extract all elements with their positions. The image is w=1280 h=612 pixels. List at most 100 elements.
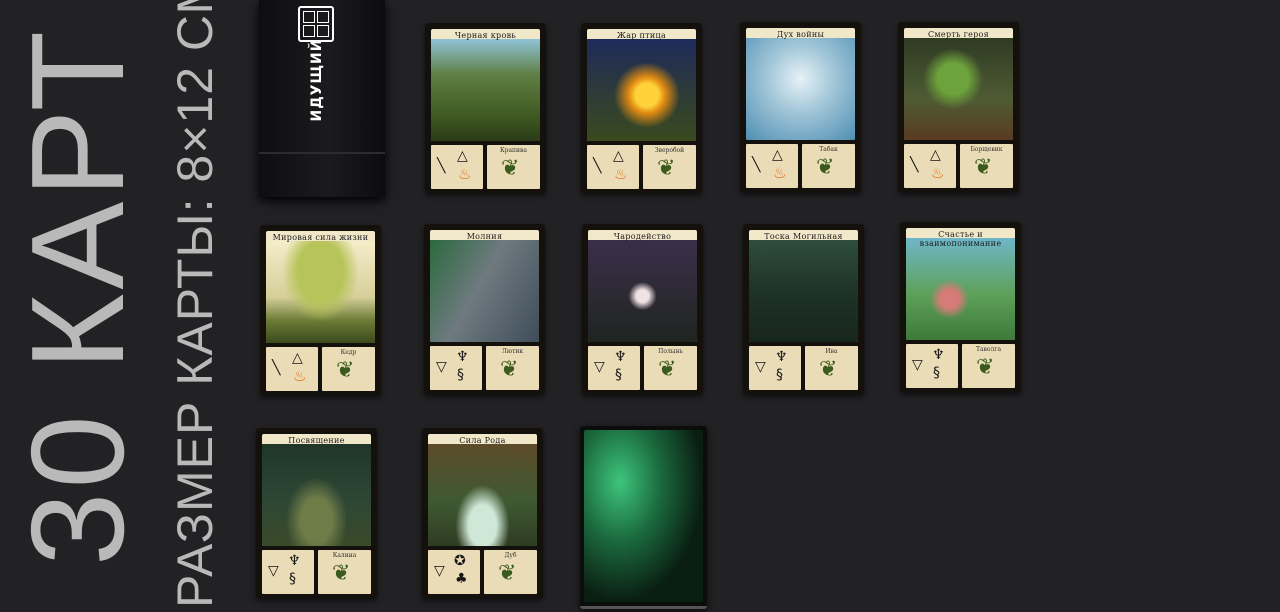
card-plant-label: Дуб [504, 552, 517, 559]
card-symbols-panel: ╲ △ ♨ [746, 144, 798, 188]
card-illustration: Молния [430, 230, 539, 342]
staff-symbol: ╲ [910, 157, 919, 173]
card-title: Смерть героя [927, 30, 990, 39]
cup-icon: ♆ [456, 349, 469, 365]
tree-icon: ♣ [455, 571, 468, 587]
side-count-text: 30 КАРТ [4, 26, 151, 566]
fire-element-icon: △ [457, 148, 468, 164]
card-symbols-panel: ╲ △ ♨ [431, 145, 483, 189]
fire-element-icon: △ [292, 350, 303, 366]
card-symbols-panel: ▽ ♆ § [262, 550, 314, 594]
card-plant-label: Зверобой [654, 147, 685, 154]
card-illustration: Посвящение [262, 434, 371, 546]
card-plant-panel: Таволга ❦ [962, 344, 1015, 388]
card-plant-panel: Дуб ❦ [484, 550, 537, 594]
campfire-icon: ♨ [458, 165, 472, 183]
card-symbols-panel: ╲ △ ♨ [266, 347, 318, 391]
tarot-box-logo-icon [298, 6, 334, 42]
card-illustration: Смерть героя [904, 28, 1013, 140]
card-symbols-panel: ╲ △ ♨ [904, 144, 956, 188]
card-illustration: Сила Рода [428, 434, 537, 546]
card-plant-panel: Калина ❦ [318, 550, 371, 594]
plant-icon: ❦ [498, 561, 517, 586]
plant-icon: ❦ [976, 355, 995, 380]
card-scene [587, 39, 696, 141]
plant-icon: ❦ [332, 561, 351, 586]
card-plant-panel: Зверобой ❦ [643, 145, 696, 189]
card-scene [431, 39, 540, 141]
card-symbols-panel: ▽ ♆ § [749, 346, 801, 390]
tarot-card: Смерть героя ╲ △ ♨ Борщевик ❦ [898, 22, 1019, 192]
tarot-card: Тоска Могильная ▽ ♆ § Ива ❦ [743, 224, 864, 394]
card-title: Дух войны [776, 30, 825, 39]
card-illustration: Дух войны [746, 28, 855, 140]
card-scene [262, 444, 371, 546]
plant-icon: ❦ [816, 155, 835, 180]
card-title: Черная кровь [454, 31, 517, 40]
fire-element-icon: △ [772, 147, 783, 163]
earth-element-icon: ▽ [434, 563, 445, 579]
card-plant-label: Ива [825, 348, 838, 355]
card-scene [906, 238, 1015, 340]
plant-icon: ❦ [819, 357, 838, 382]
card-title: Чародейство [613, 232, 672, 241]
plant-icon: ❦ [657, 156, 676, 181]
card-back [580, 426, 707, 609]
earth-element-icon: ▽ [594, 359, 605, 375]
card-symbols-panel: ▽ ♆ § [430, 346, 482, 390]
staff-symbol: ╲ [437, 158, 446, 174]
water-element-icon: ▽ [755, 359, 766, 375]
card-plant-panel: Лютик ❦ [486, 346, 539, 390]
tarot-card: Мировая сила жизни ╲ △ ♨ Кедр ❦ [260, 225, 381, 395]
tarot-card: Сила Рода ▽ ✪ ♣ Дуб ❦ [422, 428, 543, 598]
campfire-icon: ♨ [773, 164, 787, 182]
card-scene [749, 240, 858, 342]
card-title: Мировая сила жизни [272, 233, 369, 242]
campfire-icon: ♨ [293, 367, 307, 385]
card-plant-panel: Полынь ❦ [644, 346, 697, 390]
card-scene [430, 240, 539, 342]
card-illustration: Жар птица [587, 29, 696, 141]
card-back-pattern [584, 430, 703, 602]
card-plant-label: Лютик [501, 348, 524, 355]
cup-icon: ♆ [288, 553, 301, 569]
card-plant-label: Полынь [658, 348, 683, 355]
card-plant-label: Таволга [975, 346, 1002, 353]
staff-symbol: ╲ [752, 157, 761, 173]
card-title: Тоска Могильная [764, 232, 843, 241]
card-title: Сила Рода [459, 436, 506, 445]
card-plant-label: Крапива [499, 147, 527, 154]
serpent-icon: § [933, 365, 940, 381]
tarot-card: Чародейство ▽ ♆ § Полынь ❦ [582, 224, 703, 394]
card-illustration: Мировая сила жизни [266, 231, 375, 343]
serpent-icon: § [457, 367, 464, 383]
card-title: Посвящение [288, 436, 345, 445]
air-element-icon: △ [930, 147, 941, 163]
plant-icon: ❦ [658, 357, 677, 382]
cup-icon: ♆ [614, 349, 627, 365]
card-illustration: Тоска Могильная [749, 230, 858, 342]
plant-icon: ❦ [500, 357, 519, 382]
tarot-card: Посвящение ▽ ♆ § Калина ❦ [256, 428, 377, 598]
tarot-card: Счастье и взаимопонимание ▽ ♆ § Таволга ❦ [900, 222, 1021, 392]
tarot-card: Дух войны ╲ △ ♨ Табак ❦ [740, 22, 861, 192]
tarot-card: Черная кровь ╲ △ ♨ Крапива ❦ [425, 23, 546, 193]
card-illustration: Черная кровь [431, 29, 540, 141]
plant-icon: ❦ [336, 358, 355, 383]
card-plant-label: Калина [332, 552, 357, 559]
card-plant-panel: Борщевик ❦ [960, 144, 1013, 188]
cup-icon: ♆ [775, 349, 788, 365]
card-symbols-panel: ▽ ✪ ♣ [428, 550, 480, 594]
card-title: Жар птица [616, 31, 667, 40]
card-illustration: Чародейство [588, 230, 697, 342]
card-plant-label: Борщевик [970, 146, 1003, 153]
card-scene [266, 241, 375, 343]
campfire-icon: ♨ [931, 164, 945, 182]
water-element-icon: ▽ [268, 563, 279, 579]
tarot-card: Жар птица ╲ △ ♨ Зверобой ❦ [581, 23, 702, 193]
card-plant-panel: Крапива ❦ [487, 145, 540, 189]
card-symbols-panel: ▽ ♆ § [588, 346, 640, 390]
staff-symbol: ╲ [272, 360, 281, 376]
pentacle-icon: ✪ [454, 553, 466, 569]
card-plant-panel: Ива ❦ [805, 346, 858, 390]
